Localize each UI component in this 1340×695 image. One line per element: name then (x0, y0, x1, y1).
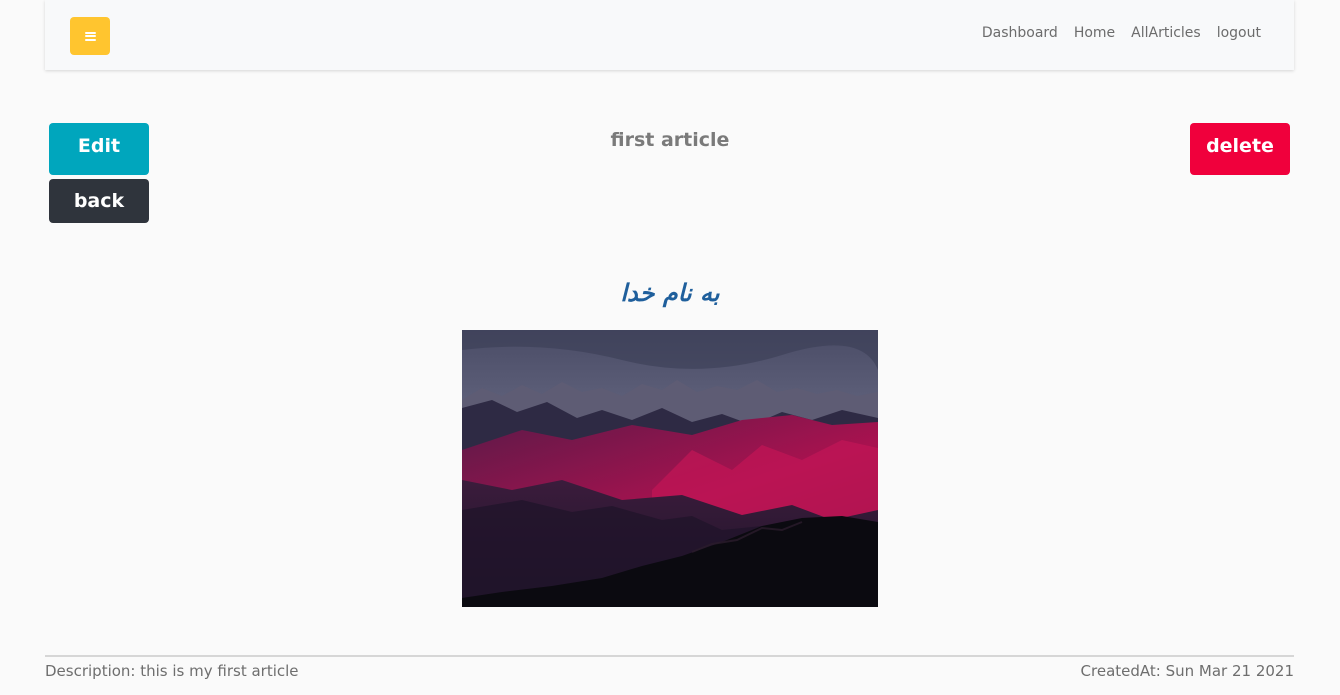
nav-links: Dashboard Home AllArticles logout (982, 25, 1261, 41)
nav-link-allarticles[interactable]: AllArticles (1131, 25, 1201, 41)
back-button[interactable]: back (49, 179, 149, 223)
hamburger-icon (84, 31, 96, 41)
nav-link-dashboard[interactable]: Dashboard (982, 25, 1058, 41)
footer-divider (45, 655, 1294, 657)
article-title: first article (610, 129, 730, 151)
nav-link-logout[interactable]: logout (1217, 25, 1261, 41)
navbar: Dashboard Home AllArticles logout (45, 0, 1294, 70)
article-heading: به نام خدا (620, 278, 720, 307)
menu-toggle-button[interactable] (70, 17, 110, 55)
article-image (462, 330, 878, 607)
article-created-at: CreatedAt: Sun Mar 21 2021 (1080, 662, 1294, 680)
article-description: Description: this is my first article (45, 662, 299, 680)
nav-link-home[interactable]: Home (1074, 25, 1115, 41)
